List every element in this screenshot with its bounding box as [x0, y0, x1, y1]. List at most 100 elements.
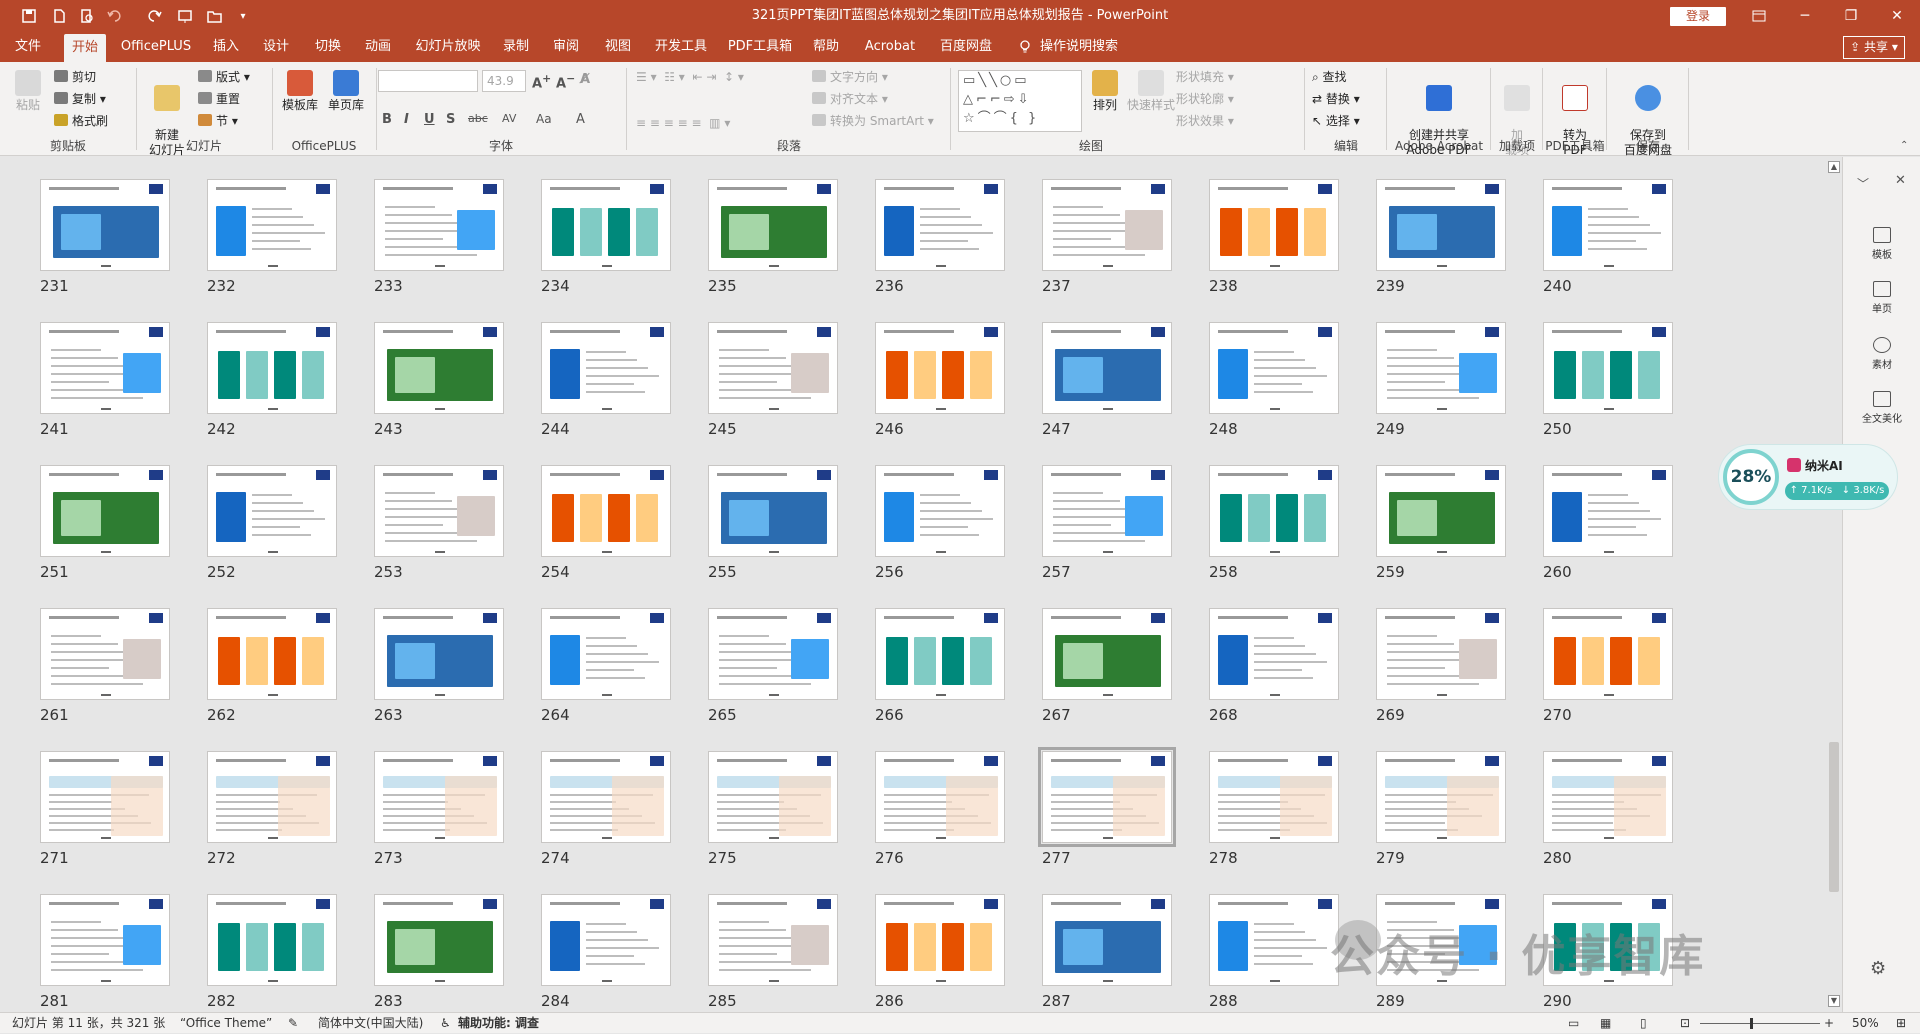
slide-thumbnail[interactable] [1543, 322, 1673, 414]
slide-thumbnail[interactable] [40, 894, 170, 986]
slide-thumbnail[interactable] [207, 179, 337, 271]
replace-button[interactable]: ⇄ 替换 ▾ [1312, 90, 1360, 108]
single-page-library-button[interactable]: 单页库 [324, 70, 368, 113]
language[interactable]: 简体中文(中国大陆) [318, 1013, 423, 1034]
section-button[interactable]: 节 ▾ [198, 112, 238, 130]
new-icon[interactable] [44, 0, 74, 32]
slide-thumbnail[interactable] [207, 751, 337, 843]
accessibility-status[interactable]: 辅助功能: 调查 [458, 1013, 539, 1034]
slide-thumbnail[interactable] [374, 465, 504, 557]
tab-baidu[interactable]: 百度网盘 [934, 32, 998, 62]
slide-thumbnail[interactable] [374, 179, 504, 271]
slide-thumbnail[interactable] [875, 465, 1005, 557]
tab-officeplus[interactable]: OfficePLUS [118, 32, 194, 62]
arrange-button[interactable]: 排列 [1086, 70, 1124, 113]
quick-styles-button[interactable]: 快速样式 [1126, 70, 1176, 113]
bold-button[interactable]: B [382, 112, 392, 127]
slide-thumbnail[interactable] [40, 608, 170, 700]
fit-window-icon[interactable]: ⊞ [1896, 1013, 1906, 1034]
slide-thumbnail[interactable] [875, 179, 1005, 271]
slide-thumbnail[interactable] [1543, 751, 1673, 843]
slide-thumbnail[interactable] [1376, 465, 1506, 557]
change-case-button[interactable]: Aa [536, 112, 552, 126]
ai-widget[interactable]: 28% 纳米AI ↑ 7.1K/s ↓ 3.8K/s [1718, 444, 1898, 510]
bullets-button[interactable]: ☰ ▾ ☷ ▾ ⇤ ⇥ ↕ ▾ [636, 68, 744, 86]
slide-thumbnail[interactable] [1042, 322, 1172, 414]
grow-font-button[interactable]: A+ [532, 72, 551, 91]
slide-thumbnail[interactable] [708, 465, 838, 557]
slide-thumbnail[interactable] [1209, 894, 1339, 986]
zoom-slider-knob[interactable] [1750, 1018, 1753, 1029]
slide-thumbnail[interactable] [1543, 179, 1673, 271]
ribbon-display-icon[interactable] [1736, 0, 1782, 32]
tab-pdf-toolbox[interactable]: PDF工具箱 [724, 32, 796, 62]
slide-thumbnail[interactable] [40, 465, 170, 557]
side-item-single-page[interactable]: 单页 [1843, 281, 1920, 315]
text-direction-button[interactable]: 文字方向 ▾ [812, 68, 888, 86]
zoom-level[interactable]: 50% [1852, 1013, 1879, 1034]
tab-help[interactable]: 帮助 [806, 32, 846, 62]
clear-format-icon[interactable]: A̸ [580, 72, 590, 87]
slide-thumbnail[interactable] [207, 894, 337, 986]
slide-thumbnail[interactable] [40, 751, 170, 843]
slide-thumbnail[interactable] [1042, 894, 1172, 986]
format-painter-button[interactable]: 格式刷 [54, 112, 108, 130]
slideshow-view-icon[interactable]: ⊡ [1680, 1013, 1690, 1034]
tab-review[interactable]: 审阅 [546, 32, 586, 62]
slide-thumbnail[interactable] [1209, 322, 1339, 414]
align-text-button[interactable]: 对齐文本 ▾ [812, 90, 888, 108]
print-preview-icon[interactable] [72, 0, 102, 32]
panel-collapse-icon[interactable]: ﹀ [1857, 175, 1869, 192]
slide-thumbnail[interactable] [207, 465, 337, 557]
customize-icon[interactable]: ▾ [228, 0, 258, 32]
slide-thumbnail[interactable] [875, 608, 1005, 700]
tab-design[interactable]: 设计 [256, 32, 296, 62]
reset-button[interactable]: 重置 [198, 90, 240, 108]
font-color-button[interactable]: A [576, 112, 585, 127]
open-icon[interactable] [200, 0, 230, 32]
paste-button[interactable]: 粘贴 [8, 70, 48, 113]
side-item-template[interactable]: 模板 [1843, 227, 1920, 261]
template-library-button[interactable]: 模板库 [278, 70, 322, 113]
scroll-up-icon[interactable]: ▲ [1828, 161, 1840, 173]
slide-thumbnail[interactable] [1209, 179, 1339, 271]
char-spacing-button[interactable]: AV [502, 112, 516, 125]
shape-outline-button[interactable]: 形状轮廓 ▾ [1176, 90, 1234, 108]
slide-thumbnail[interactable] [1376, 751, 1506, 843]
slide-thumbnail[interactable] [1543, 465, 1673, 557]
cut-button[interactable]: 剪切 [54, 68, 96, 86]
slide-thumbnail[interactable] [708, 179, 838, 271]
slide-thumbnail[interactable] [1209, 465, 1339, 557]
slide-thumbnail[interactable] [40, 322, 170, 414]
slide-thumbnail[interactable] [374, 894, 504, 986]
strikethrough-button[interactable]: abc [468, 112, 488, 125]
restore-icon[interactable]: ❐ [1828, 0, 1874, 32]
tab-acrobat[interactable]: Acrobat [858, 32, 922, 62]
slideshow-icon[interactable] [170, 0, 200, 32]
normal-view-icon[interactable]: ▭ [1568, 1013, 1579, 1034]
tab-slideshow[interactable]: 幻灯片放映 [410, 32, 486, 62]
slide-thumbnail[interactable] [708, 894, 838, 986]
slide-thumbnail[interactable] [40, 179, 170, 271]
zoom-in-icon[interactable]: + [1824, 1013, 1834, 1034]
slide-thumbnail[interactable] [1376, 322, 1506, 414]
layout-button[interactable]: 版式 ▾ [198, 68, 250, 86]
tab-developer[interactable]: 开发工具 [648, 32, 714, 62]
underline-button[interactable]: U [424, 112, 435, 127]
save-icon[interactable] [14, 0, 44, 32]
slide-thumbnail[interactable] [1042, 608, 1172, 700]
slide-thumbnail[interactable] [541, 751, 671, 843]
slide-thumbnail[interactable] [541, 179, 671, 271]
slide-thumbnail[interactable] [1376, 608, 1506, 700]
tab-file[interactable]: 文件 [8, 32, 48, 62]
tell-me-search[interactable]: 操作说明搜索 [1040, 32, 1130, 62]
slide-thumbnail[interactable] [541, 608, 671, 700]
slide-thumbnail[interactable] [708, 322, 838, 414]
tab-insert[interactable]: 插入 [206, 32, 246, 62]
select-button[interactable]: ↖ 选择 ▾ [1312, 112, 1360, 130]
copy-button[interactable]: 复制 ▾ [54, 90, 106, 108]
find-button[interactable]: ⌕ 查找 [1312, 68, 1347, 86]
smartart-button[interactable]: 转换为 SmartArt ▾ [812, 112, 934, 130]
slide-thumbnail[interactable] [1209, 608, 1339, 700]
slide-thumbnail[interactable] [1376, 179, 1506, 271]
